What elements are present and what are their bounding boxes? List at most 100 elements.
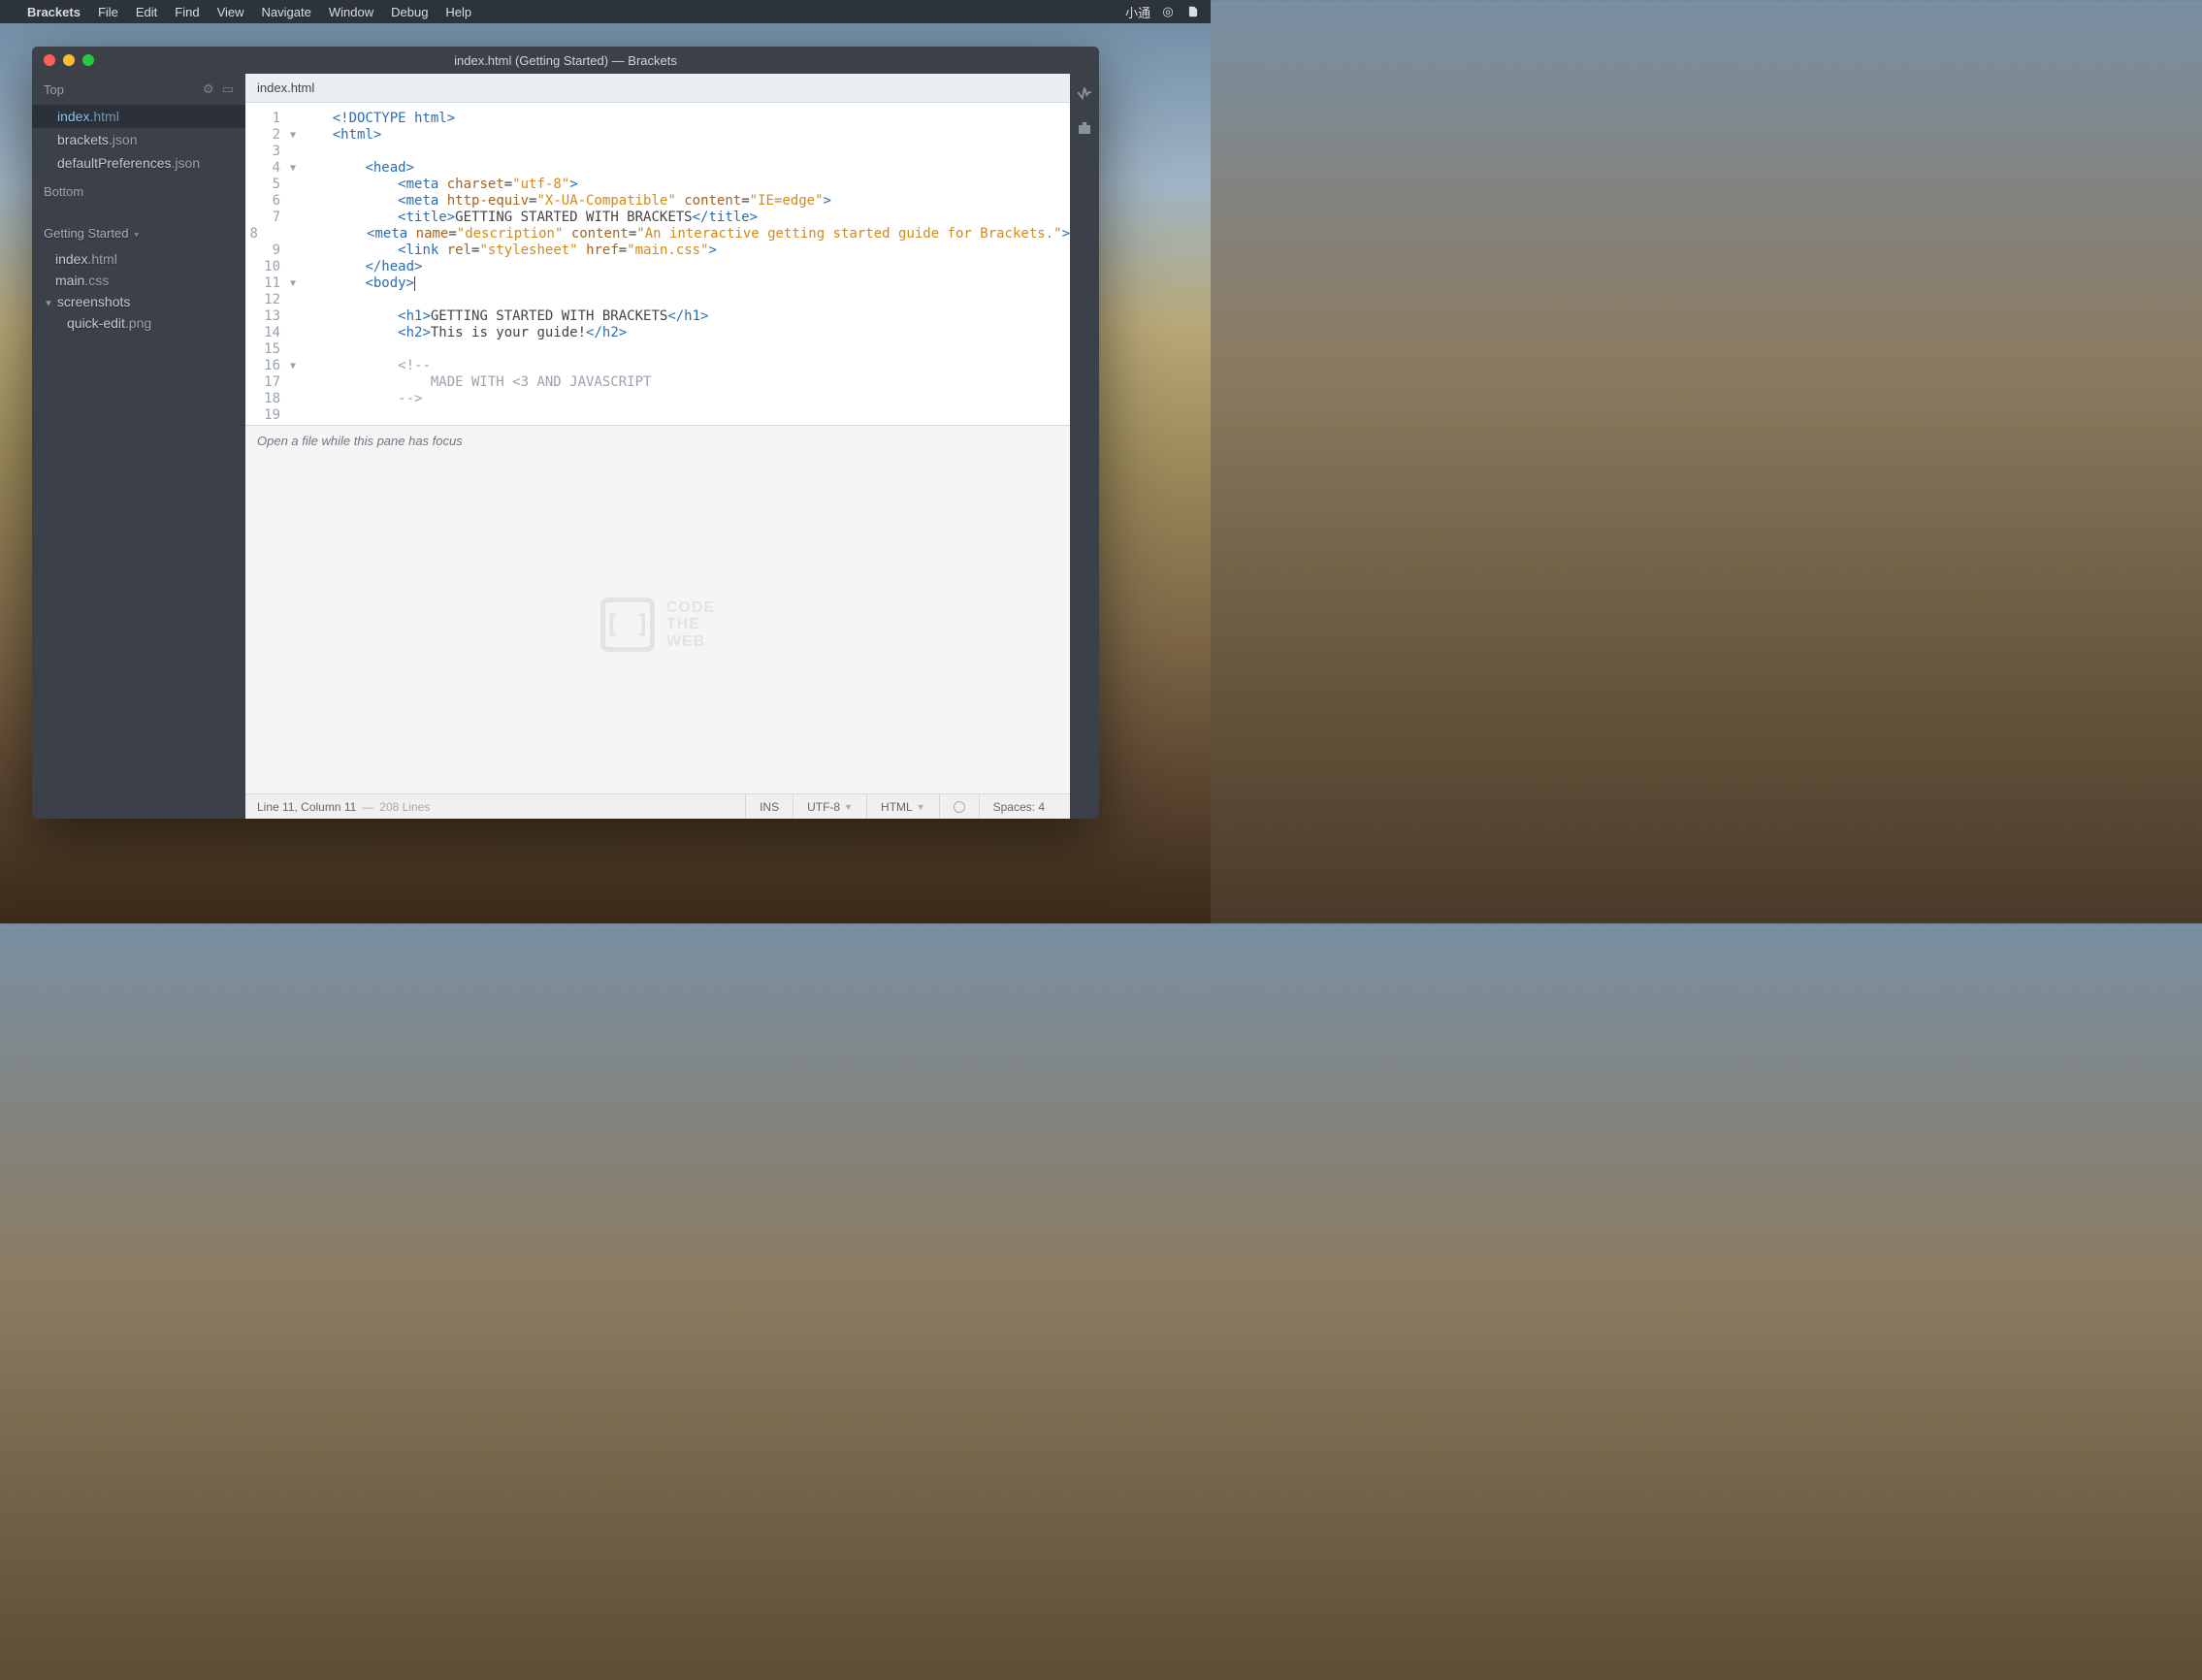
code-text[interactable]: --> — [300, 391, 422, 407]
fold-indicator-icon[interactable]: ▼ — [286, 358, 300, 374]
line-number: 8 — [245, 226, 264, 242]
code-line[interactable]: 3 — [245, 144, 1070, 160]
code-line[interactable]: 19 — [245, 407, 1070, 424]
code-area[interactable]: 1 <!DOCTYPE html>2▼ <html>34▼ <head>5 <m… — [245, 103, 1070, 425]
code-line[interactable]: 11▼ <body> — [245, 275, 1070, 292]
line-number: 4 — [245, 160, 286, 177]
file-tree: index.htmlmain.css▼screenshotsquick-edit… — [32, 248, 245, 334]
minimize-button[interactable] — [63, 54, 75, 66]
top-label: Top — [44, 82, 64, 97]
working-files-header-top[interactable]: Top ⚙ ▭ — [32, 74, 245, 105]
creative-cloud-icon[interactable]: ◎ — [1160, 4, 1176, 19]
code-text[interactable]: <meta http-equiv="X-UA-Compatible" conte… — [300, 193, 831, 210]
code-line[interactable]: 16▼ <!-- — [245, 358, 1070, 374]
chevron-down-icon: ▾ — [134, 230, 139, 241]
status-lint-indicator[interactable] — [939, 794, 979, 820]
code-line[interactable]: 2▼ <html> — [245, 127, 1070, 144]
editor-pane-top[interactable]: 1 <!DOCTYPE html>2▼ <html>34▼ <head>5 <m… — [245, 103, 1070, 425]
code-line[interactable]: 9 <link rel="stylesheet" href="main.css"… — [245, 242, 1070, 259]
menubar-find[interactable]: Find — [175, 5, 199, 19]
evernote-icon[interactable] — [1185, 4, 1201, 19]
line-number: 11 — [245, 275, 286, 292]
code-text[interactable]: <!-- — [300, 358, 431, 374]
code-text[interactable]: </head> — [300, 259, 422, 275]
status-encoding[interactable]: UTF-8▼ — [793, 794, 866, 820]
code-text[interactable]: <meta name="description" content="An int… — [269, 226, 1070, 242]
line-number: 15 — [245, 341, 286, 358]
line-number: 16 — [245, 358, 286, 374]
fold-indicator-icon[interactable]: ▼ — [286, 424, 300, 425]
fold-indicator-icon — [286, 292, 300, 308]
triangle-down-icon: ▼ — [44, 299, 53, 309]
code-text[interactable]: <p> — [300, 424, 422, 425]
code-line[interactable]: 18 --> — [245, 391, 1070, 407]
code-text[interactable]: MADE WITH <3 AND JAVASCRIPT — [300, 374, 651, 391]
menubar-window[interactable]: Window — [329, 5, 373, 19]
fold-indicator-icon[interactable]: ▼ — [286, 160, 300, 177]
working-files-header-bottom[interactable]: Bottom — [32, 175, 245, 209]
code-line[interactable]: 10 </head> — [245, 259, 1070, 275]
menubar-user-label[interactable]: 小通 — [1125, 3, 1150, 21]
menubar-edit[interactable]: Edit — [136, 5, 157, 19]
code-line[interactable]: 7 <title>GETTING STARTED WITH BRACKETS</… — [245, 210, 1070, 226]
menubar-file[interactable]: File — [98, 5, 118, 19]
tree-file-item[interactable]: main.css — [32, 270, 245, 291]
tree-file-item[interactable]: index.html — [32, 248, 245, 270]
menubar-app-name[interactable]: Brackets — [27, 5, 81, 19]
code-text[interactable]: <title>GETTING STARTED WITH BRACKETS</ti… — [300, 210, 758, 226]
code-line[interactable]: 4▼ <head> — [245, 160, 1070, 177]
fold-indicator-icon — [286, 111, 300, 127]
code-line[interactable]: 17 MADE WITH <3 AND JAVASCRIPT — [245, 374, 1070, 391]
code-text[interactable]: <body> — [300, 275, 415, 292]
code-text[interactable]: <h1>GETTING STARTED WITH BRACKETS</h1> — [300, 308, 708, 325]
code-line[interactable]: 6 <meta http-equiv="X-UA-Compatible" con… — [245, 193, 1070, 210]
status-cursor-position[interactable]: Line 11, Column 11 — [257, 800, 356, 814]
status-indent[interactable]: Spaces: 4 — [979, 794, 1058, 820]
code-line[interactable]: 5 <meta charset="utf-8"> — [245, 177, 1070, 193]
empty-pane-logo: [ ] CODE THE WEB — [245, 456, 1070, 793]
close-button[interactable] — [44, 54, 55, 66]
menubar-debug[interactable]: Debug — [391, 5, 428, 19]
code-text[interactable]: <meta charset="utf-8"> — [300, 177, 578, 193]
menubar-help[interactable]: Help — [445, 5, 471, 19]
editor-pane-bottom[interactable]: Open a file while this pane has focus [ … — [245, 425, 1070, 793]
working-file-item[interactable]: defaultPreferences.json — [32, 151, 245, 175]
gear-icon[interactable]: ⚙ — [203, 81, 214, 97]
project-dropdown[interactable]: Getting Started ▾ — [32, 218, 245, 248]
titlebar[interactable]: index.html (Getting Started) — Brackets — [32, 47, 1099, 74]
line-number: 6 — [245, 193, 286, 210]
working-file-item[interactable]: brackets.json — [32, 128, 245, 151]
zoom-button[interactable] — [82, 54, 94, 66]
status-insert-mode[interactable]: INS — [745, 794, 793, 820]
code-text[interactable]: <h2>This is your guide!</h2> — [300, 325, 627, 341]
split-view-icon[interactable]: ▭ — [222, 81, 234, 97]
code-text[interactable]: <link rel="stylesheet" href="main.css"> — [300, 242, 717, 259]
code-text[interactable]: <html> — [300, 127, 381, 144]
code-line[interactable]: 13 <h1>GETTING STARTED WITH BRACKETS</h1… — [245, 308, 1070, 325]
fold-indicator-icon — [286, 325, 300, 341]
tree-folder-item[interactable]: ▼screenshots — [32, 291, 245, 312]
fold-indicator-icon[interactable]: ▼ — [286, 275, 300, 292]
working-file-item[interactable]: index.html — [32, 105, 245, 128]
chevron-down-icon: ▼ — [844, 802, 853, 812]
fold-indicator-icon — [286, 308, 300, 325]
status-language[interactable]: HTML▼ — [866, 794, 939, 820]
code-line[interactable]: 12 — [245, 292, 1070, 308]
menubar-navigate[interactable]: Navigate — [262, 5, 311, 19]
fold-indicator-icon[interactable]: ▼ — [286, 127, 300, 144]
code-line[interactable]: 14 <h2>This is your guide!</h2> — [245, 325, 1070, 341]
code-line[interactable]: 20▼ <p> — [245, 424, 1070, 425]
tree-file-item[interactable]: quick-edit.png — [32, 312, 245, 334]
menubar-view[interactable]: View — [217, 5, 244, 19]
code-line[interactable]: 8 <meta name="description" content="An i… — [245, 226, 1070, 242]
code-line[interactable]: 15 — [245, 341, 1070, 358]
code-line[interactable]: 1 <!DOCTYPE html> — [245, 111, 1070, 127]
tab-index-html[interactable]: index.html — [257, 81, 314, 95]
extension-manager-icon[interactable] — [1076, 119, 1093, 142]
code-text[interactable]: <head> — [300, 160, 414, 177]
logo-text-3: WEB — [666, 633, 715, 651]
code-text[interactable]: <!DOCTYPE html> — [300, 111, 455, 127]
line-number: 17 — [245, 374, 286, 391]
fold-indicator-icon — [286, 242, 300, 259]
live-preview-icon[interactable] — [1076, 83, 1093, 106]
